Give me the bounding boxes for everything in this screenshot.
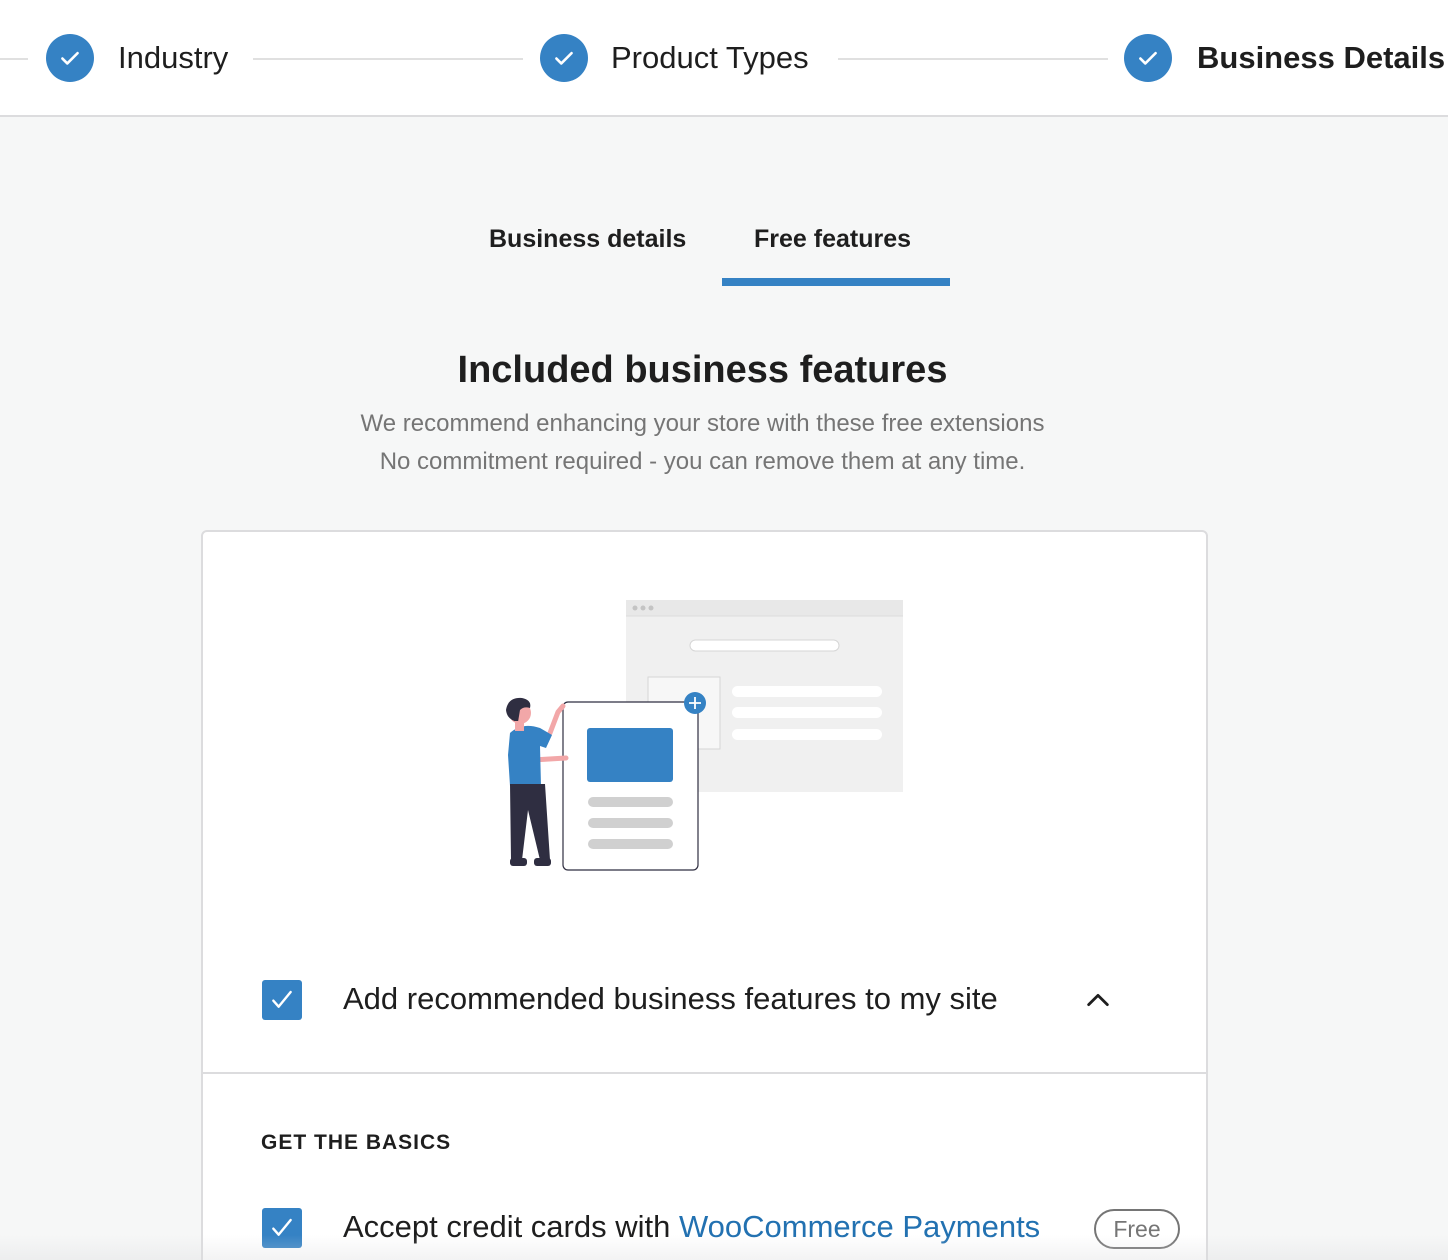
card-divider [203, 1072, 1206, 1074]
add-features-checkbox[interactable] [262, 980, 302, 1020]
tab-free-features[interactable]: Free features [754, 222, 911, 256]
step-connector [838, 58, 1108, 60]
step-industry-label[interactable]: Industry [118, 38, 228, 78]
add-features-label[interactable]: Add recommended business features to my … [343, 979, 998, 1019]
woocommerce-payments-link[interactable]: WooCommerce Payments [679, 1209, 1040, 1244]
woocommerce-payments-checkbox[interactable] [262, 1208, 302, 1248]
woocommerce-payments-label-text: Accept credit cards with [343, 1209, 679, 1244]
step-industry-check-icon [46, 34, 94, 82]
page-subtitle-line-1: We recommend enhancing your store with t… [360, 410, 1045, 437]
step-business-details-label[interactable]: Business Details [1197, 38, 1445, 78]
step-product-types-check-icon [540, 34, 588, 82]
step-product-types-label[interactable]: Product Types [611, 38, 809, 78]
section-title-basics: GET THE BASICS [261, 1131, 452, 1154]
page-title: Included business features [457, 349, 948, 391]
step-connector [253, 58, 523, 60]
page-subtitle-line-2: No commitment required - you can remove … [379, 448, 1026, 475]
chevron-up-icon[interactable] [1084, 986, 1112, 1014]
business-features-illustration [506, 600, 903, 871]
step-connector [0, 58, 28, 60]
active-tab-indicator [722, 278, 950, 286]
setup-stepper: Industry Product Types Business Details [0, 0, 1448, 117]
step-business-details-check-icon [1124, 34, 1172, 82]
tab-business-details[interactable]: Business details [489, 222, 686, 256]
free-badge: Free [1094, 1209, 1180, 1249]
woocommerce-payments-label: Accept credit cards with WooCommerce Pay… [343, 1207, 1040, 1247]
